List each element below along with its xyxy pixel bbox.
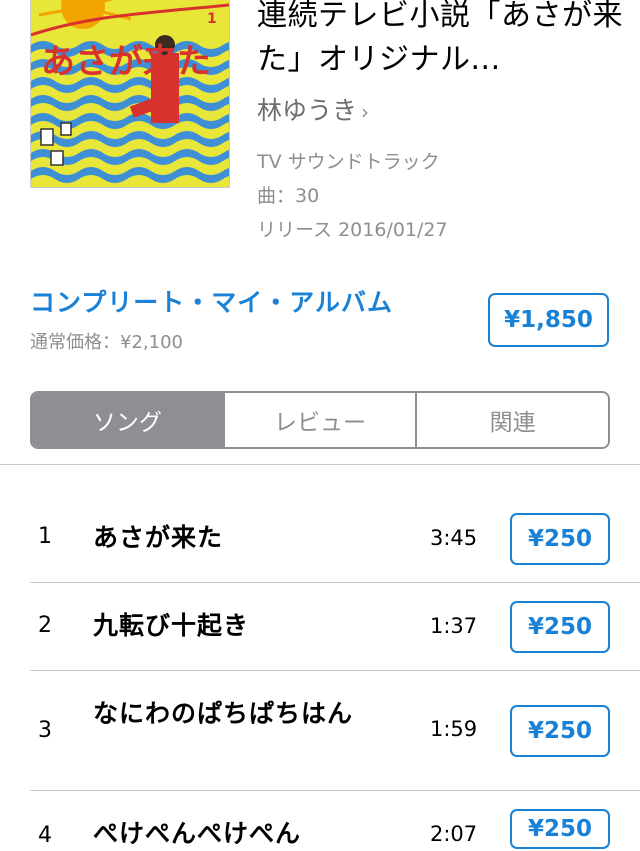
svg-text:あさが来た: あさが来た xyxy=(41,42,211,82)
buy-track-button[interactable]: ¥250 xyxy=(510,705,610,757)
regular-price: 通常価格：¥2,100 xyxy=(30,332,183,353)
track-duration: 1:37 xyxy=(430,614,478,638)
track-title: 九転び十起き xyxy=(93,611,250,640)
tab-bar: ソング レビュー 関連 xyxy=(30,391,610,449)
section-divider xyxy=(0,464,640,465)
track-duration: 3:45 xyxy=(430,526,478,550)
album-artwork-image: あさが来た 1 xyxy=(31,0,229,187)
artist-link[interactable]: 林ゆうき › xyxy=(257,94,369,129)
album-header: あさが来た 1 連続テレビ小説「あさが来た」オリジナル... 林ゆうき › TV … xyxy=(0,0,640,260)
buy-album-button[interactable]: ¥1,850 xyxy=(488,293,609,347)
track-row[interactable]: 2 九転び十起き 1:37 ¥250 xyxy=(0,583,640,671)
album-genre: TV サウンドトラック xyxy=(257,151,440,173)
svg-text:1: 1 xyxy=(207,11,217,27)
tab-related[interactable]: 関連 xyxy=(415,393,608,447)
artist-name: 林ゆうき xyxy=(257,96,358,125)
track-title: なにわのぱちぱちはん xyxy=(93,699,354,728)
track-duration: 2:07 xyxy=(430,822,478,846)
track-row[interactable]: 3 なにわのぱちぱちはん 1:59 ¥250 xyxy=(0,671,640,791)
chevron-right-icon: › xyxy=(361,100,370,124)
tab-reviews[interactable]: レビュー xyxy=(222,393,416,447)
track-row[interactable]: 4 ぺけぺんぺけぺん 2:07 ¥250 xyxy=(0,791,640,849)
complete-my-album-link[interactable]: コンプリート・マイ・アルバム xyxy=(30,286,393,320)
track-duration: 1:59 xyxy=(430,717,478,741)
album-artwork[interactable]: あさが来た 1 xyxy=(30,0,230,188)
track-number: 1 xyxy=(38,524,52,549)
buy-track-button[interactable]: ¥250 xyxy=(510,809,610,849)
album-track-count: 曲：30 xyxy=(257,185,320,207)
album-release-date: リリース 2016/01/27 xyxy=(257,219,448,241)
buy-track-button[interactable]: ¥250 xyxy=(510,513,610,565)
album-title: 連続テレビ小説「あさが来た」オリジナル... xyxy=(257,0,623,77)
track-number: 4 xyxy=(38,823,52,848)
buy-track-button[interactable]: ¥250 xyxy=(510,601,610,653)
track-number: 2 xyxy=(38,613,52,638)
tab-songs[interactable]: ソング xyxy=(32,393,223,447)
track-number: 3 xyxy=(38,718,52,743)
track-row[interactable]: 1 あさが来た 3:45 ¥250 xyxy=(0,494,640,582)
track-title: ぺけぺんぺけぺん xyxy=(93,819,302,848)
track-title: あさが来た xyxy=(93,523,224,552)
